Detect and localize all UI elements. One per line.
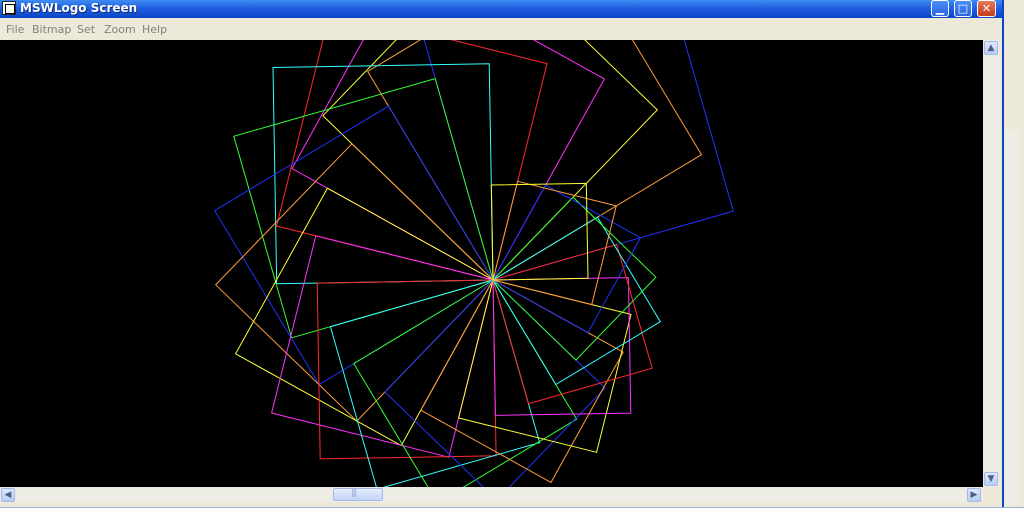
turtle-drawing [214, 0, 734, 504]
app-icon[interactable] [2, 1, 16, 15]
mswlogo-window: MSWLogo Screen ▁ □ ✕ File Bitmap Set Zoo… [0, 0, 1002, 507]
menu-bar: File Bitmap Set Zoom Help [0, 21, 1002, 39]
vertical-scrollbar[interactable]: ▲ ▼ [983, 40, 999, 487]
resize-grip[interactable] [983, 487, 999, 502]
title-bar[interactable]: MSWLogo Screen ▁ □ ✕ [0, 0, 1002, 18]
maximize-button[interactable]: □ [954, 0, 972, 17]
window-title: MSWLogo Screen [20, 1, 138, 15]
close-button[interactable]: ✕ [977, 0, 996, 17]
background-window-scrollbar [1004, 130, 1020, 505]
spiral-square [367, 0, 703, 281]
horizontal-scrollbar[interactable]: ◀ ▶ [0, 487, 983, 502]
scroll-down-button[interactable]: ▼ [984, 472, 998, 486]
spiral-square [275, 8, 548, 281]
spiral-square [423, 0, 734, 281]
spiral-square [291, 0, 606, 281]
menu-set[interactable]: Set [77, 23, 95, 36]
spiral-square [329, 279, 541, 490]
menu-bitmap[interactable]: Bitmap [32, 23, 71, 36]
drawing-canvas[interactable] [0, 0, 983, 504]
scroll-left-button[interactable]: ◀ [1, 488, 15, 502]
minimize-button[interactable]: ▁ [931, 0, 949, 17]
scroll-right-button[interactable]: ▶ [967, 488, 981, 502]
scroll-up-button[interactable]: ▲ [984, 41, 998, 55]
menu-file[interactable]: File [6, 23, 24, 36]
horizontal-scroll-thumb[interactable] [333, 488, 383, 501]
menu-zoom[interactable]: Zoom [104, 23, 136, 36]
menu-help[interactable]: Help [142, 23, 167, 36]
background-window-bottom [0, 507, 1024, 524]
